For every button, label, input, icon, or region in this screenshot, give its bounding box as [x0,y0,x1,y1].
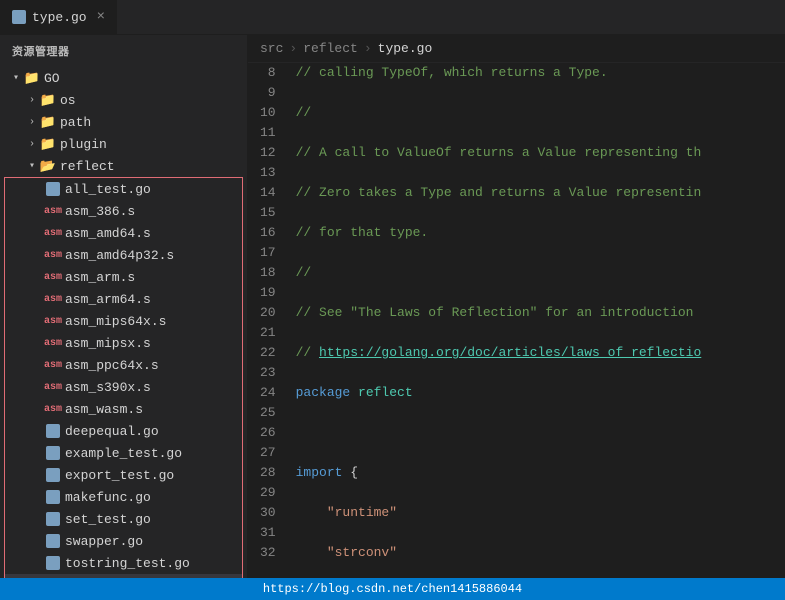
sidebar-item-asm-arm64[interactable]: asm asm_arm64.s [5,288,242,310]
folder-plugin-icon: 📁 [40,137,56,151]
tab-file-icon [12,10,26,24]
sidebar-item-asm-wasm[interactable]: asm asm_wasm.s [5,398,242,420]
chevron-right-icon: › [24,95,40,106]
asm-file-icon-mips64x: asm [45,314,61,328]
code-content[interactable]: 8 9 10 11 12 13 14 15 16 17 18 19 20 21 … [248,63,785,578]
sidebar-item-export-test-label: export_test.go [65,468,174,483]
sidebar-item-path[interactable]: › 📁 path [0,111,247,133]
asm-file-icon-amd64: asm [45,226,61,240]
sidebar-item-plugin-label: plugin [60,137,107,152]
chevron-right-icon-plugin: › [24,139,40,150]
asm-file-icon: asm [45,204,61,218]
sidebar-item-example-test-label: example_test.go [65,446,182,461]
sidebar-item-asm-amd64[interactable]: asm asm_amd64.s [5,222,242,244]
asm-file-icon-arm: asm [45,270,61,284]
sidebar-item-asm-amd64p32-label: asm_amd64p32.s [65,248,174,263]
asm-file-icon-ppc64x: asm [45,358,61,372]
go-file-icon-deepequal [45,424,61,438]
tab-type-go[interactable]: type.go × [0,0,118,34]
sidebar-item-asm-ppc64x[interactable]: asm asm_ppc64x.s [5,354,242,376]
sidebar-item-go-label: GO [44,71,60,86]
code-editor[interactable]: // calling TypeOf, which returns a Type.… [288,63,785,578]
folder-reflect-open-icon: 📂 [40,159,56,173]
sidebar-item-asm-mips64x-label: asm_mips64x.s [65,314,166,329]
sidebar-item-all-test-go-label: all_test.go [65,182,151,197]
sidebar-item-asm-wasm-label: asm_wasm.s [65,402,143,417]
go-file-icon [45,182,61,196]
sidebar-item-os[interactable]: › 📁 os [0,89,247,111]
sidebar-item-asm-ppc64x-label: asm_ppc64x.s [65,358,159,373]
folder-go-icon: 📁 [24,71,40,85]
folder-os-icon: 📁 [40,93,56,107]
breadcrumb: src › reflect › type.go [248,35,785,63]
sidebar-item-tostring-test[interactable]: tostring_test.go [5,552,242,574]
sidebar-item-reflect-label: reflect [60,159,115,174]
bottom-bar-url: https://blog.csdn.net/chen1415886044 [263,582,522,596]
folder-path-icon: 📁 [40,115,56,129]
line-numbers: 8 9 10 11 12 13 14 15 16 17 18 19 20 21 … [248,63,288,578]
sidebar-item-asm-arm[interactable]: asm asm_arm.s [5,266,242,288]
sidebar-item-tostring-test-label: tostring_test.go [65,556,190,571]
main-layout: 资源管理器 ▾ 📁 GO › 📁 os [0,35,785,578]
sidebar-item-plugin[interactable]: › 📁 plugin [0,133,247,155]
sidebar-item-asm-mipsx[interactable]: asm asm_mipsx.s [5,332,242,354]
go-file-icon-tostring [45,556,61,570]
sidebar-item-makefunc-label: makefunc.go [65,490,151,505]
code-area: src › reflect › type.go 8 9 10 11 12 13 … [248,35,785,578]
sidebar-item-deepequal[interactable]: deepequal.go [5,420,242,442]
sidebar-item-asm-mips64x[interactable]: asm asm_mips64x.s [5,310,242,332]
sidebar-item-asm-mipsx-label: asm_mipsx.s [65,336,151,351]
sidebar-item-swapper[interactable]: swapper.go [5,530,242,552]
breadcrumb-reflect: reflect [303,41,358,56]
sidebar-tree[interactable]: ▾ 📁 GO › 📁 os › 📁 [0,67,247,578]
sidebar-item-asm-386-label: asm_386.s [65,204,135,219]
sidebar-item-set-test-label: set_test.go [65,512,151,527]
sidebar-item-path-label: path [60,115,91,130]
go-file-icon-swapper [45,534,61,548]
asm-file-icon-arm64: asm [45,292,61,306]
chevron-right-icon-path: › [24,117,40,128]
go-file-icon-makefunc [45,490,61,504]
chevron-down-icon: ▾ [8,72,24,84]
asm-file-icon-mipsx: asm [45,336,61,350]
asm-file-icon-wasm: asm [45,402,61,416]
breadcrumb-sep-2: › [364,41,372,56]
sidebar-item-all-test-go[interactable]: all_test.go [5,178,242,200]
go-file-icon-set [45,512,61,526]
sidebar-header: 资源管理器 [0,35,247,67]
bottom-bar: https://blog.csdn.net/chen1415886044 [0,578,785,600]
sidebar-item-asm-s390x-label: asm_s390x.s [65,380,151,395]
reflect-files-group: all_test.go asm asm_386.s asm asm_ [4,177,243,578]
breadcrumb-src: src [260,41,283,56]
sidebar-item-asm-amd64-label: asm_amd64.s [65,226,151,241]
tab-close-button[interactable]: × [97,9,105,25]
sidebar-item-asm-arm64-label: asm_arm64.s [65,292,151,307]
sidebar-item-asm-arm-label: asm_arm.s [65,270,135,285]
asm-file-icon-amd64p32: asm [45,248,61,262]
sidebar: 资源管理器 ▾ 📁 GO › 📁 os [0,35,248,578]
sidebar-item-export-test[interactable]: export_test.go [5,464,242,486]
sidebar-item-swapper-label: swapper.go [65,534,143,549]
asm-file-icon-s390x: asm [45,380,61,394]
sidebar-item-reflect[interactable]: ▾ 📂 reflect [0,155,247,177]
breadcrumb-current: type.go [378,41,433,56]
go-file-icon-export [45,468,61,482]
sidebar-item-set-test[interactable]: set_test.go [5,508,242,530]
sidebar-item-os-label: os [60,93,76,108]
sidebar-item-deepequal-label: deepequal.go [65,424,159,439]
sidebar-item-asm-amd64p32[interactable]: asm asm_amd64p32.s [5,244,242,266]
tab-label: type.go [32,10,87,25]
sidebar-item-example-test[interactable]: example_test.go [5,442,242,464]
go-file-icon-example [45,446,61,460]
tab-bar: type.go × [0,0,785,35]
sidebar-item-go-root[interactable]: ▾ 📁 GO [0,67,247,89]
sidebar-item-asm-386[interactable]: asm asm_386.s [5,200,242,222]
sidebar-item-makefunc[interactable]: makefunc.go [5,486,242,508]
chevron-down-icon-reflect: ▾ [24,160,40,172]
breadcrumb-sep-1: › [289,41,297,56]
sidebar-item-asm-s390x[interactable]: asm asm_s390x.s [5,376,242,398]
